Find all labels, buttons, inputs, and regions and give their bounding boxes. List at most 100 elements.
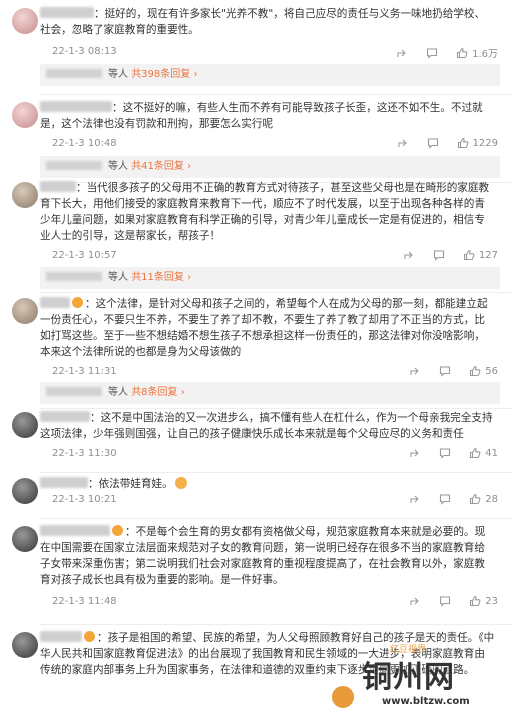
- comment-button[interactable]: [439, 493, 451, 505]
- reply-summary[interactable]: 等人 共11条回复 ›: [40, 267, 500, 289]
- like-button[interactable]: 28: [469, 493, 498, 505]
- reply-usernames: [46, 272, 102, 281]
- reply-suffix: 等人: [108, 69, 128, 80]
- reply-suffix: 等人: [108, 272, 128, 283]
- fan-badge-icon: [84, 631, 95, 642]
- reply-usernames: [46, 387, 102, 396]
- comment-button[interactable]: [439, 447, 451, 459]
- like-count: 41: [485, 447, 498, 459]
- username[interactable]: [40, 181, 76, 192]
- like-button[interactable]: 1.6万: [456, 45, 498, 60]
- username[interactable]: [40, 477, 88, 488]
- reply-summary[interactable]: 等人 共41条回复 ›: [40, 156, 500, 178]
- like-button[interactable]: 127: [463, 249, 498, 261]
- colon: ：: [94, 8, 105, 20]
- avatar[interactable]: [12, 8, 38, 34]
- like-icon: [469, 595, 481, 607]
- chevron-right-icon: ›: [190, 69, 198, 80]
- like-count: 1229: [472, 137, 498, 149]
- like-icon: [469, 365, 481, 377]
- like-icon: [463, 249, 475, 261]
- reply-summary[interactable]: 等人 共8条回复 ›: [40, 382, 500, 404]
- reply-summary[interactable]: 等人 共398条回复 ›: [40, 64, 500, 86]
- reply-count-link[interactable]: 共8条回复: [131, 387, 177, 398]
- comment-actions: 28: [391, 493, 498, 505]
- reply-usernames: [46, 161, 102, 170]
- reply-count-link[interactable]: 共11条回复: [131, 272, 184, 283]
- divider: [40, 624, 512, 625]
- watermark-logo: [330, 684, 356, 710]
- comment-time: 22-1-3 10:48: [52, 138, 117, 149]
- avatar[interactable]: [12, 632, 38, 658]
- like-icon: [469, 493, 481, 505]
- comment-body: 挺好的，现在有许多家长"光养不教"，将自己应尽的责任与义务一味地扔给学校、社会，…: [40, 8, 486, 36]
- share-button[interactable]: [409, 493, 421, 505]
- colon: ：: [90, 412, 101, 424]
- watermark-title: 铜州网: [362, 660, 455, 695]
- reply-count-link[interactable]: 共398条回复: [131, 69, 190, 80]
- like-count: 127: [478, 249, 498, 261]
- comment-text: ：当代很多孩子的父母用不正确的教育方式对待孩子，甚至这些父母也是在畸形的家庭教育…: [40, 180, 495, 244]
- divider: [40, 472, 512, 473]
- divider: [40, 94, 512, 95]
- share-button[interactable]: [409, 595, 421, 607]
- watermark-url: www.bltzw.com: [382, 696, 470, 707]
- comment-text: ：这不是中国法治的又一次进步么，搞不懂有些人在杠什么，作为一个母亲我完全支持这项…: [40, 410, 495, 442]
- share-button[interactable]: [397, 137, 409, 149]
- comment-time: 22-1-3 11:30: [52, 448, 117, 459]
- share-icon: [409, 493, 421, 505]
- avatar[interactable]: [12, 478, 38, 504]
- divider: [40, 518, 512, 519]
- avatar[interactable]: [12, 102, 38, 128]
- like-count: 23: [485, 595, 498, 607]
- like-button[interactable]: 41: [469, 447, 498, 459]
- comment-body: 依法带娃育娃。: [98, 478, 173, 490]
- reply-count-link[interactable]: 共41条回复: [131, 161, 184, 172]
- username[interactable]: [40, 525, 110, 536]
- colon: ：: [85, 298, 96, 310]
- emoji-icon: [174, 477, 187, 489]
- comment-actions: 1.6万: [378, 45, 498, 60]
- comment-button[interactable]: [439, 365, 451, 377]
- reply-suffix: 等人: [108, 161, 128, 172]
- divider: [40, 292, 512, 293]
- comment-time: 22-1-3 10:21: [52, 494, 117, 505]
- avatar[interactable]: [12, 298, 38, 324]
- like-button[interactable]: 56: [469, 365, 498, 377]
- comment-button[interactable]: [427, 137, 439, 149]
- share-button[interactable]: [409, 447, 421, 459]
- share-button[interactable]: [396, 47, 408, 59]
- avatar[interactable]: [12, 526, 38, 552]
- comment-button[interactable]: [439, 595, 451, 607]
- colon: ：: [125, 526, 136, 538]
- like-count: 56: [485, 365, 498, 377]
- avatar[interactable]: [12, 182, 38, 208]
- share-icon: [403, 249, 415, 261]
- fan-badge-icon: [72, 297, 83, 308]
- like-button[interactable]: 23: [469, 595, 498, 607]
- share-button[interactable]: [403, 249, 415, 261]
- comment-actions: 127: [385, 249, 498, 261]
- share-icon: [409, 595, 421, 607]
- comment-button[interactable]: [426, 47, 438, 59]
- comment-text: ：这个法律，是针对父母和孩子之间的，希望每个人在成为父母的那一刻，都能建立起一份…: [40, 296, 495, 360]
- like-icon: [456, 47, 468, 59]
- comment-time: 22-1-3 10:57: [52, 250, 117, 261]
- username[interactable]: [40, 411, 90, 422]
- comment-button[interactable]: [433, 249, 445, 261]
- username[interactable]: [40, 101, 112, 112]
- like-button[interactable]: 1229: [457, 137, 498, 149]
- username[interactable]: [40, 297, 70, 308]
- colon: ：: [88, 478, 99, 490]
- username[interactable]: [40, 7, 94, 18]
- comment-actions: 56: [391, 365, 498, 377]
- fan-badge-icon: [112, 525, 123, 536]
- comment-actions: 41: [391, 447, 498, 459]
- share-button[interactable]: [409, 365, 421, 377]
- comment-icon: [427, 137, 439, 149]
- avatar[interactable]: [12, 412, 38, 438]
- comment-icon: [439, 365, 451, 377]
- like-count: 28: [485, 493, 498, 505]
- share-icon: [409, 447, 421, 459]
- username[interactable]: [40, 631, 82, 642]
